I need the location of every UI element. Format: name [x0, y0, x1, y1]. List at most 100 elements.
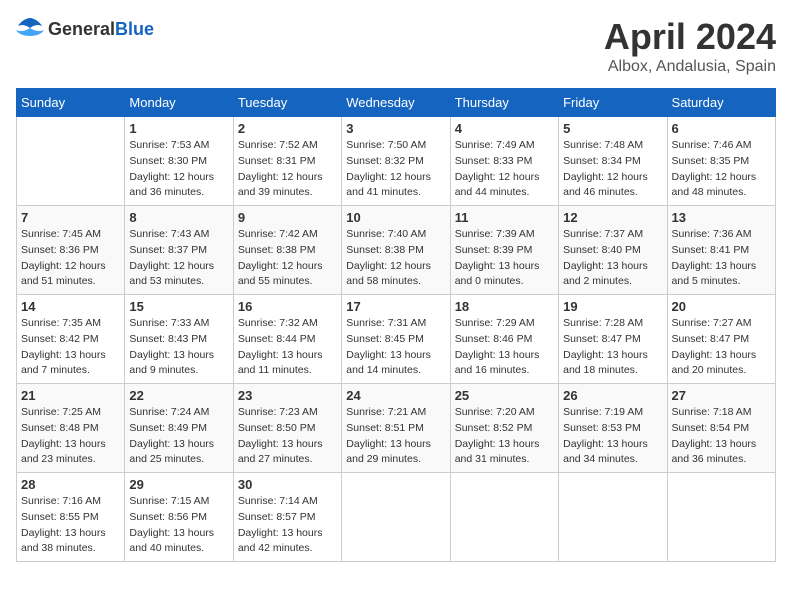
calendar-cell: 26 Sunrise: 7:19 AMSunset: 8:53 PMDayligh… — [559, 384, 667, 473]
day-detail: Sunrise: 7:19 AMSunset: 8:53 PMDaylight:… — [563, 405, 662, 468]
calendar-cell: 25 Sunrise: 7:20 AMSunset: 8:52 PMDayligh… — [450, 384, 558, 473]
logo-bird-icon — [16, 16, 44, 38]
calendar-cell — [559, 473, 667, 562]
day-detail: Sunrise: 7:20 AMSunset: 8:52 PMDaylight:… — [455, 405, 554, 468]
calendar-cell: 13 Sunrise: 7:36 AMSunset: 8:41 PMDayligh… — [667, 206, 775, 295]
day-detail: Sunrise: 7:32 AMSunset: 8:44 PMDaylight:… — [238, 316, 337, 379]
calendar-cell: 28Sunrise: 7:16 AMSunset: 8:55 PMDayligh… — [17, 473, 125, 562]
day-detail: Sunrise: 7:14 AMSunset: 8:57 PMDaylight:… — [238, 494, 337, 557]
day-number: 3 — [346, 121, 445, 136]
calendar-table: SundayMondayTuesdayWednesdayThursdayFrid… — [16, 88, 776, 562]
day-detail: Sunrise: 7:28 AMSunset: 8:47 PMDaylight:… — [563, 316, 662, 379]
day-number: 11 — [455, 210, 554, 225]
day-detail: Sunrise: 7:31 AMSunset: 8:45 PMDaylight:… — [346, 316, 445, 379]
day-number: 20 — [672, 299, 771, 314]
calendar-header-cell: Sunday — [17, 89, 125, 117]
day-detail: Sunrise: 7:21 AMSunset: 8:51 PMDaylight:… — [346, 405, 445, 468]
day-detail: Sunrise: 7:45 AMSunset: 8:36 PMDaylight:… — [21, 227, 120, 290]
day-number: 9 — [238, 210, 337, 225]
logo-general-text: General — [48, 19, 115, 39]
day-number: 22 — [129, 388, 228, 403]
day-detail: Sunrise: 7:25 AMSunset: 8:48 PMDaylight:… — [21, 405, 120, 468]
day-number: 18 — [455, 299, 554, 314]
calendar-cell: 8 Sunrise: 7:43 AMSunset: 8:37 PMDaylight… — [125, 206, 233, 295]
calendar-cell: 3 Sunrise: 7:50 AMSunset: 8:32 PMDaylight… — [342, 117, 450, 206]
day-number: 6 — [672, 121, 771, 136]
calendar-cell: 17 Sunrise: 7:31 AMSunset: 8:45 PMDayligh… — [342, 295, 450, 384]
calendar-body: 1 Sunrise: 7:53 AMSunset: 8:30 PMDaylight… — [17, 117, 776, 562]
day-number: 2 — [238, 121, 337, 136]
day-number: 4 — [455, 121, 554, 136]
calendar-cell: 27 Sunrise: 7:18 AMSunset: 8:54 PMDayligh… — [667, 384, 775, 473]
calendar-cell: 20 Sunrise: 7:27 AMSunset: 8:47 PMDayligh… — [667, 295, 775, 384]
location-title: Albox, Andalusia, Spain — [604, 58, 776, 76]
day-number: 26 — [563, 388, 662, 403]
calendar-week-row: 28Sunrise: 7:16 AMSunset: 8:55 PMDayligh… — [17, 473, 776, 562]
calendar-cell: 14Sunrise: 7:35 AMSunset: 8:42 PMDayligh… — [17, 295, 125, 384]
day-detail: Sunrise: 7:43 AMSunset: 8:37 PMDaylight:… — [129, 227, 228, 290]
calendar-cell — [342, 473, 450, 562]
day-number: 15 — [129, 299, 228, 314]
calendar-cell: 18 Sunrise: 7:29 AMSunset: 8:46 PMDayligh… — [450, 295, 558, 384]
day-number: 25 — [455, 388, 554, 403]
calendar-cell: 29Sunrise: 7:15 AMSunset: 8:56 PMDayligh… — [125, 473, 233, 562]
day-number: 27 — [672, 388, 771, 403]
day-number: 13 — [672, 210, 771, 225]
calendar-cell: 16 Sunrise: 7:32 AMSunset: 8:44 PMDayligh… — [233, 295, 341, 384]
day-detail: Sunrise: 7:40 AMSunset: 8:38 PMDaylight:… — [346, 227, 445, 290]
day-number: 29 — [129, 477, 228, 492]
calendar-cell: 7Sunrise: 7:45 AMSunset: 8:36 PMDaylight… — [17, 206, 125, 295]
header: GeneralBlue April 2024 Albox, Andalusia,… — [16, 16, 776, 76]
calendar-cell: 24 Sunrise: 7:21 AMSunset: 8:51 PMDayligh… — [342, 384, 450, 473]
day-detail: Sunrise: 7:52 AMSunset: 8:31 PMDaylight:… — [238, 138, 337, 201]
title-area: April 2024 Albox, Andalusia, Spain — [604, 16, 776, 76]
calendar-cell: 10 Sunrise: 7:40 AMSunset: 8:38 PMDayligh… — [342, 206, 450, 295]
calendar-header-row: SundayMondayTuesdayWednesdayThursdayFrid… — [17, 89, 776, 117]
day-detail: Sunrise: 7:48 AMSunset: 8:34 PMDaylight:… — [563, 138, 662, 201]
calendar-header-cell: Wednesday — [342, 89, 450, 117]
day-number: 23 — [238, 388, 337, 403]
calendar-cell: 5 Sunrise: 7:48 AMSunset: 8:34 PMDaylight… — [559, 117, 667, 206]
calendar-cell — [667, 473, 775, 562]
calendar-cell: 2 Sunrise: 7:52 AMSunset: 8:31 PMDaylight… — [233, 117, 341, 206]
day-detail: Sunrise: 7:42 AMSunset: 8:38 PMDaylight:… — [238, 227, 337, 290]
calendar-cell: 11Sunrise: 7:39 AMSunset: 8:39 PMDayligh… — [450, 206, 558, 295]
day-number: 24 — [346, 388, 445, 403]
calendar-cell: 15 Sunrise: 7:33 AMSunset: 8:43 PMDayligh… — [125, 295, 233, 384]
calendar-cell: 19 Sunrise: 7:28 AMSunset: 8:47 PMDayligh… — [559, 295, 667, 384]
month-title: April 2024 — [604, 16, 776, 58]
calendar-cell: 4 Sunrise: 7:49 AMSunset: 8:33 PMDaylight… — [450, 117, 558, 206]
day-detail: Sunrise: 7:53 AMSunset: 8:30 PMDaylight:… — [129, 138, 228, 201]
calendar-week-row: 7Sunrise: 7:45 AMSunset: 8:36 PMDaylight… — [17, 206, 776, 295]
day-number: 19 — [563, 299, 662, 314]
day-number: 28 — [21, 477, 120, 492]
day-detail: Sunrise: 7:18 AMSunset: 8:54 PMDaylight:… — [672, 405, 771, 468]
calendar-cell: 6 Sunrise: 7:46 AMSunset: 8:35 PMDaylight… — [667, 117, 775, 206]
day-number: 16 — [238, 299, 337, 314]
day-detail: Sunrise: 7:23 AMSunset: 8:50 PMDaylight:… — [238, 405, 337, 468]
calendar-cell: 12 Sunrise: 7:37 AMSunset: 8:40 PMDayligh… — [559, 206, 667, 295]
day-number: 10 — [346, 210, 445, 225]
day-detail: Sunrise: 7:46 AMSunset: 8:35 PMDaylight:… — [672, 138, 771, 201]
day-detail: Sunrise: 7:49 AMSunset: 8:33 PMDaylight:… — [455, 138, 554, 201]
calendar-header-cell: Thursday — [450, 89, 558, 117]
day-number: 17 — [346, 299, 445, 314]
calendar-header-cell: Tuesday — [233, 89, 341, 117]
calendar-header-cell: Friday — [559, 89, 667, 117]
calendar-week-row: 21Sunrise: 7:25 AMSunset: 8:48 PMDayligh… — [17, 384, 776, 473]
day-detail: Sunrise: 7:35 AMSunset: 8:42 PMDaylight:… — [21, 316, 120, 379]
calendar-cell — [450, 473, 558, 562]
day-detail: Sunrise: 7:29 AMSunset: 8:46 PMDaylight:… — [455, 316, 554, 379]
calendar-cell: 23 Sunrise: 7:23 AMSunset: 8:50 PMDayligh… — [233, 384, 341, 473]
day-detail: Sunrise: 7:37 AMSunset: 8:40 PMDaylight:… — [563, 227, 662, 290]
day-detail: Sunrise: 7:50 AMSunset: 8:32 PMDaylight:… — [346, 138, 445, 201]
calendar-header-cell: Monday — [125, 89, 233, 117]
day-detail: Sunrise: 7:36 AMSunset: 8:41 PMDaylight:… — [672, 227, 771, 290]
day-number: 1 — [129, 121, 228, 136]
day-number: 12 — [563, 210, 662, 225]
day-number: 8 — [129, 210, 228, 225]
day-detail: Sunrise: 7:33 AMSunset: 8:43 PMDaylight:… — [129, 316, 228, 379]
logo-blue-text: Blue — [115, 19, 154, 39]
day-number: 5 — [563, 121, 662, 136]
day-detail: Sunrise: 7:27 AMSunset: 8:47 PMDaylight:… — [672, 316, 771, 379]
